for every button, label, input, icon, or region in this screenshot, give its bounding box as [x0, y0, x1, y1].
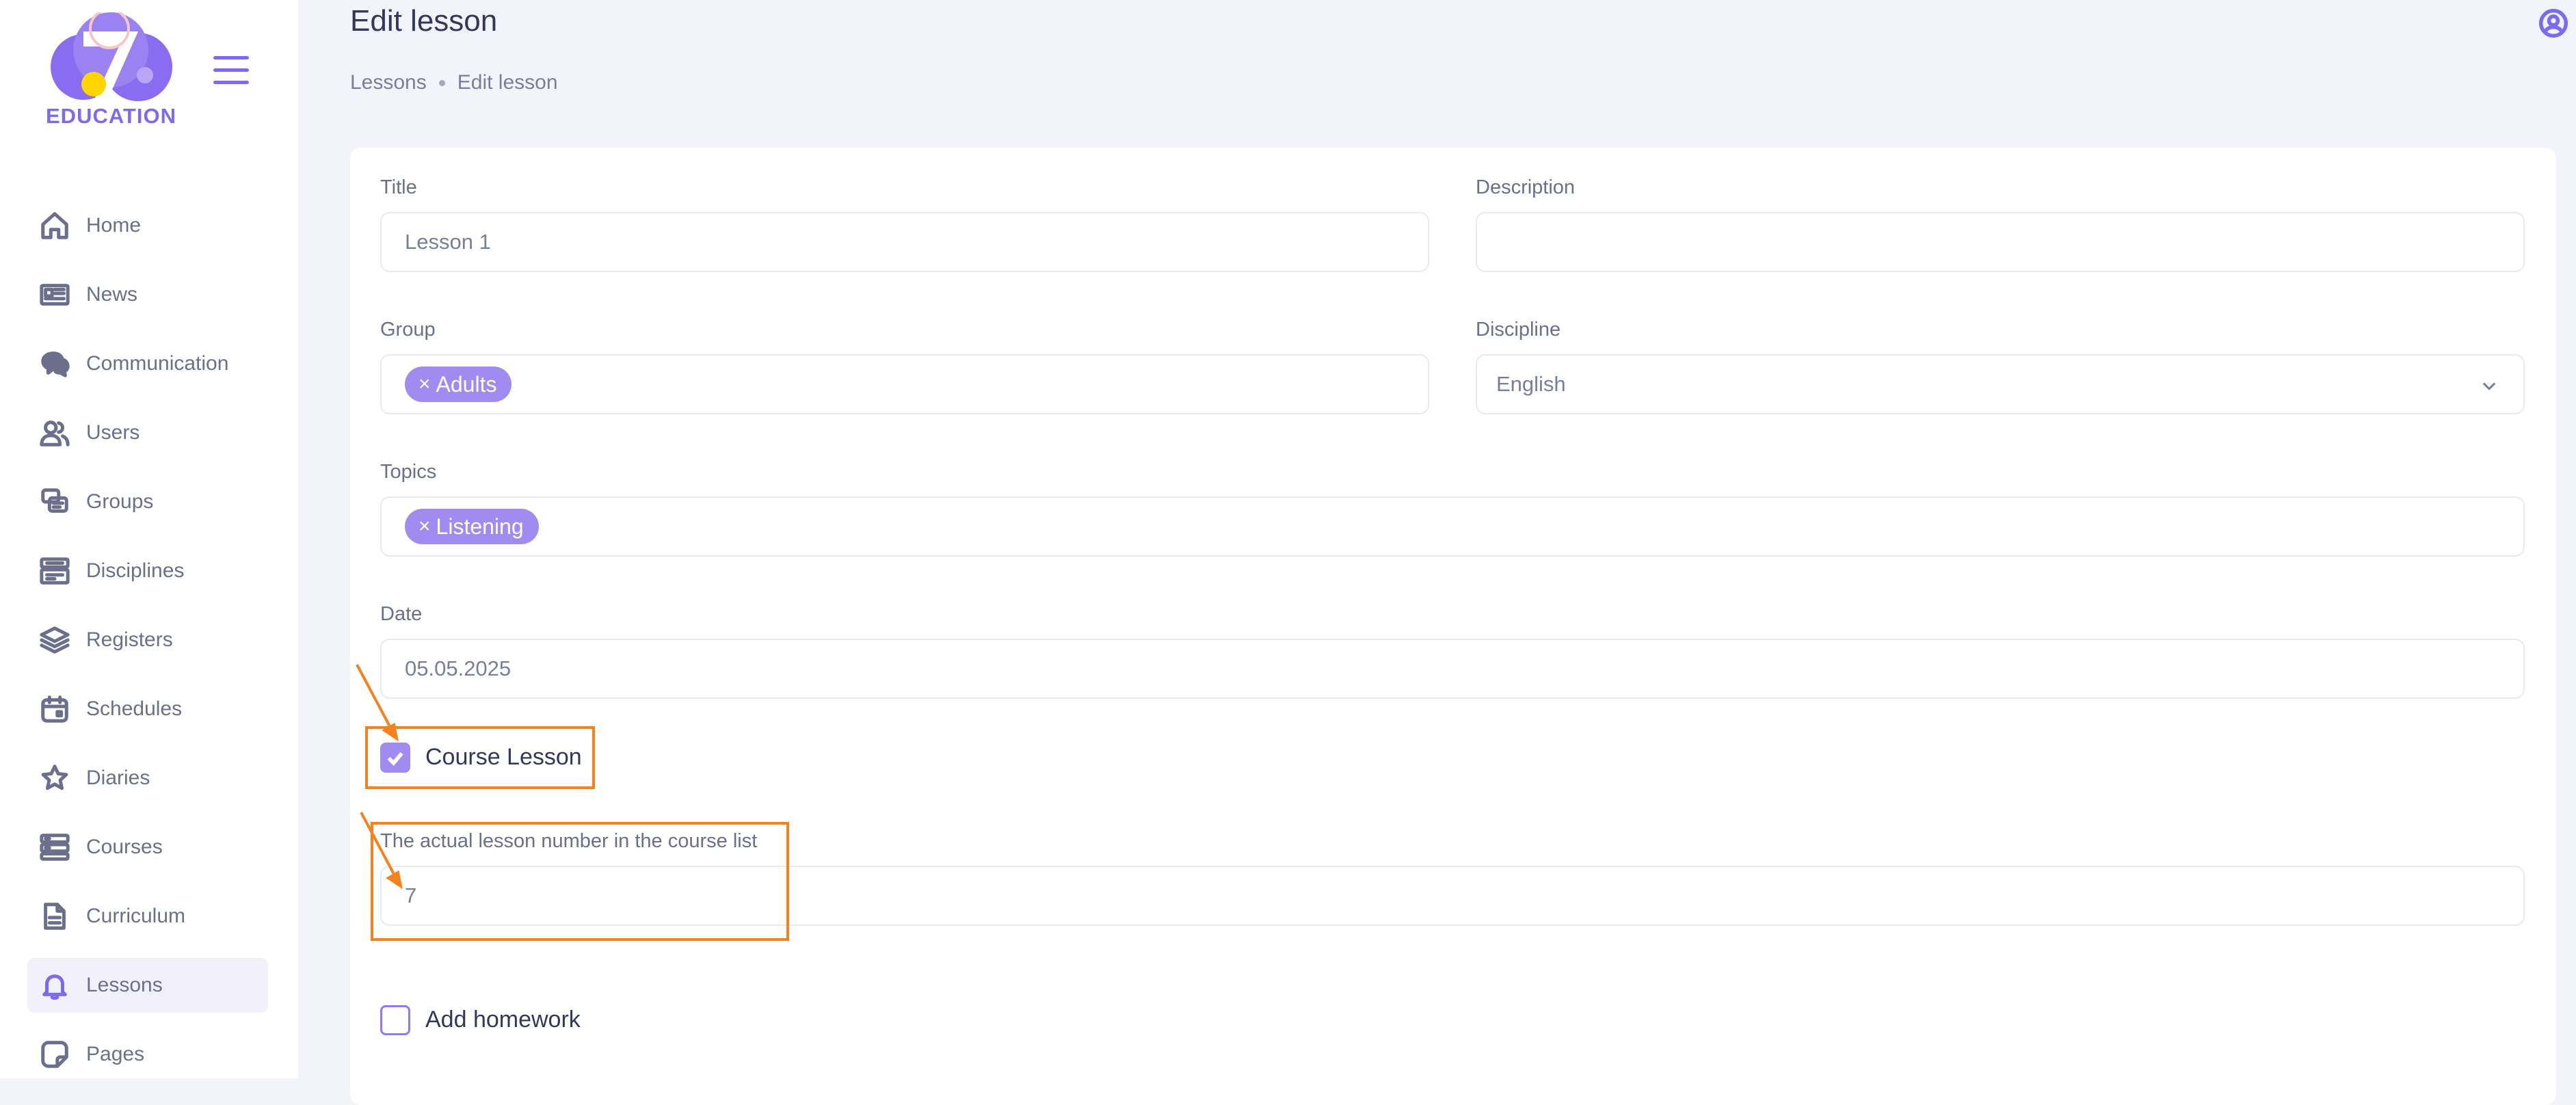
sidebar-item-users[interactable]: Users — [27, 405, 268, 460]
breadcrumb-link-lessons[interactable]: Lessons — [350, 71, 427, 94]
sidebar-item-label: Home — [86, 214, 142, 237]
sidebar-item-label: Registers — [86, 628, 173, 651]
title-value: Lesson 1 — [405, 230, 491, 254]
date-label: Date — [380, 603, 423, 625]
sidebar-item-label: Lessons — [86, 974, 163, 996]
star-icon — [37, 760, 72, 796]
sidebar-item-label: Groups — [86, 490, 154, 513]
sidebar-item-groups[interactable]: Groups — [27, 475, 268, 529]
sidebar-item-label: Curriculum — [86, 905, 186, 927]
menu-toggle-button[interactable] — [213, 56, 249, 86]
discipline-label: Discipline — [1476, 319, 1561, 341]
title-input[interactable]: Lesson 1 — [380, 212, 1429, 272]
add-homework-checkbox[interactable] — [380, 1005, 410, 1035]
sidebar-item-communication[interactable]: Communication — [27, 336, 268, 391]
breadcrumb: Lessons Edit lesson — [350, 71, 558, 94]
description-label: Description — [1476, 176, 1576, 198]
registers-icon — [37, 622, 72, 658]
groups-icon — [37, 484, 72, 520]
topics-label: Topics — [380, 461, 437, 483]
document-icon — [37, 898, 72, 934]
date-input[interactable]: 05.05.2025 — [380, 639, 2525, 699]
home-icon — [37, 208, 72, 243]
sidebar-item-label: Schedules — [86, 697, 183, 720]
disciplines-icon — [37, 553, 72, 589]
sidebar-item-label: Courses — [86, 836, 163, 858]
topic-chip[interactable]: × Listening — [405, 509, 539, 544]
title-label: Title — [380, 176, 417, 198]
description-input[interactable] — [1476, 212, 2525, 272]
users-icon — [37, 415, 72, 451]
chip-label: Adults — [436, 371, 497, 397]
news-icon — [37, 277, 72, 312]
user-account-icon[interactable] — [2538, 8, 2568, 38]
sidebar-item-home[interactable]: Home — [27, 198, 268, 253]
chip-remove-icon[interactable]: × — [419, 515, 431, 538]
sidebar-item-curriculum[interactable]: Curriculum — [27, 889, 268, 944]
sidebar-nav: Home News Communication Users Groups Dis… — [27, 198, 268, 1096]
add-homework-label[interactable]: Add homework — [425, 1007, 581, 1033]
sidebar-item-disciplines[interactable]: Disciplines — [27, 544, 268, 598]
edit-lesson-form: Title Lesson 1 Description Group × Adult… — [350, 148, 2556, 1105]
sidebar-item-label: News — [86, 283, 138, 306]
page-icon — [37, 1037, 72, 1072]
sidebar-item-label: Disciplines — [86, 559, 185, 582]
sidebar-item-schedules[interactable]: Schedules — [27, 682, 268, 736]
annotation-box-course-lesson — [365, 726, 595, 789]
courses-icon — [37, 829, 72, 865]
chip-label: Listening — [436, 514, 524, 539]
sidebar-item-news[interactable]: News — [27, 267, 268, 322]
sidebar-item-pages[interactable]: Pages — [27, 1027, 268, 1082]
chevron-down-icon[interactable] — [2480, 376, 2499, 395]
breadcrumb-separator — [438, 79, 445, 86]
sidebar-item-lessons[interactable]: Lessons — [27, 958, 268, 1013]
sidebar-item-label: Communication — [86, 352, 229, 375]
sidebar-item-label: Pages — [86, 1043, 145, 1065]
date-value: 05.05.2025 — [405, 656, 512, 680]
discipline-select[interactable]: English — [1476, 354, 2525, 414]
group-chip[interactable]: × Adults — [405, 367, 512, 402]
page-title: Edit lesson — [350, 4, 498, 38]
chip-remove-icon[interactable]: × — [419, 373, 431, 396]
chat-icon — [37, 346, 72, 382]
discipline-value: English — [1496, 372, 1566, 396]
sidebar-item-diaries[interactable]: Diaries — [27, 751, 268, 806]
calendar-icon — [37, 691, 72, 727]
annotation-box-lesson-number — [371, 822, 789, 941]
topics-select[interactable]: × Listening — [380, 496, 2525, 557]
bell-icon — [37, 968, 72, 1003]
group-label: Group — [380, 319, 436, 341]
logo-text: EDUCATION — [46, 104, 176, 128]
breadcrumb-current: Edit lesson — [457, 71, 558, 94]
sidebar: EDUCATION Home News Communication Users … — [0, 0, 298, 1078]
sidebar-item-label: Users — [86, 421, 140, 444]
sidebar-item-label: Diaries — [86, 767, 150, 789]
sidebar-item-courses[interactable]: Courses — [27, 820, 268, 875]
sidebar-item-registers[interactable]: Registers — [27, 613, 268, 667]
group-select[interactable]: × Adults — [380, 354, 1429, 414]
